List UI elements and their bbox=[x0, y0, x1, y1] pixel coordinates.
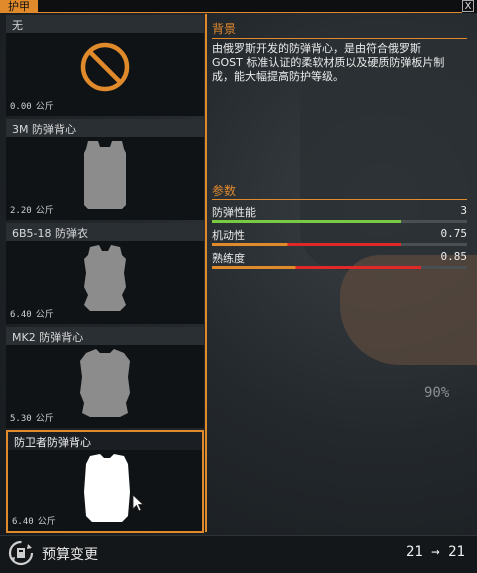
armor-item-3m-vest[interactable]: 3M 防弹背心 2.20 公斤 bbox=[6, 119, 204, 220]
armor-item-weight: 6.40 公斤 bbox=[12, 517, 56, 527]
bottom-divider bbox=[0, 535, 477, 536]
budget-icon bbox=[8, 540, 34, 566]
param-mobility: 机动性 0.75 bbox=[212, 227, 467, 247]
armor-item-header: 6B5-18 防弹衣 bbox=[6, 223, 204, 241]
armor-item-none[interactable]: 无 0.00 公斤 bbox=[6, 15, 204, 116]
param-label: 防弹性能 bbox=[212, 206, 256, 219]
param-value: 0.85 bbox=[440, 250, 468, 263]
close-button[interactable]: X bbox=[462, 0, 474, 12]
title-bar: 护甲 X bbox=[0, 0, 477, 13]
armor-item-weight: 0.00 公斤 bbox=[10, 102, 54, 112]
armor-item-name: 6B5-18 防弹衣 bbox=[12, 227, 89, 240]
params-section-title: 参数 bbox=[212, 184, 237, 198]
background-section-title: 背景 bbox=[212, 22, 237, 36]
param-bar-fill bbox=[212, 220, 401, 223]
armor-item-mk2[interactable]: MK2 防弹背心 5.30 公斤 bbox=[6, 327, 204, 428]
param-label: 熟练度 bbox=[212, 252, 245, 265]
cursor-icon bbox=[132, 494, 145, 512]
armor-item-weight: 5.30 公斤 bbox=[10, 414, 54, 424]
armor-item-header: 防卫者防弹背心 bbox=[8, 432, 202, 450]
armor-item-weight: 6.40 公斤 bbox=[10, 310, 54, 320]
bottom-bar: 预算变更 21 → 21 bbox=[0, 535, 477, 573]
panel-divider bbox=[205, 14, 207, 532]
armor-item-header: MK2 防弹背心 bbox=[6, 327, 204, 345]
param-bar-fill bbox=[212, 243, 401, 246]
none-prohibited-icon bbox=[80, 42, 130, 92]
vest-icon bbox=[84, 141, 126, 209]
background-hand bbox=[340, 255, 477, 365]
budget-value: 21 → 21 bbox=[405, 544, 465, 560]
armor-item-header: 3M 防弹背心 bbox=[6, 119, 204, 137]
armor-description: 由俄罗斯开发的防弹背心，是由符合俄罗斯 GOST 标准认证的柔软材质以及硬质防弹… bbox=[212, 42, 445, 83]
overlay-percent: 90% bbox=[424, 385, 450, 401]
param-label: 机动性 bbox=[212, 229, 245, 242]
param-bar bbox=[212, 220, 467, 223]
vest-icon bbox=[80, 349, 130, 417]
armor-item-weight: 2.20 公斤 bbox=[10, 206, 54, 216]
param-bar bbox=[212, 266, 467, 269]
armor-item-name: MK2 防弹背心 bbox=[12, 331, 84, 344]
param-value: 0.75 bbox=[440, 227, 468, 240]
armor-item-name: 防卫者防弹背心 bbox=[14, 436, 91, 449]
armor-item-defender[interactable]: 防卫者防弹背心 6.40 公斤 bbox=[6, 430, 204, 533]
param-bar-fill bbox=[212, 266, 422, 269]
section-divider bbox=[212, 38, 467, 39]
armor-item-6b5-18[interactable]: 6B5-18 防弹衣 6.40 公斤 bbox=[6, 223, 204, 324]
param-proficiency: 熟练度 0.85 bbox=[212, 250, 467, 270]
param-value: 3 bbox=[460, 204, 467, 217]
vest-icon bbox=[84, 245, 126, 311]
armor-item-header: 无 bbox=[6, 15, 204, 33]
param-bar bbox=[212, 243, 467, 246]
armor-item-name: 3M 防弹背心 bbox=[12, 123, 76, 136]
param-protection: 防弹性能 3 bbox=[212, 204, 467, 224]
armor-item-name: 无 bbox=[12, 19, 23, 32]
title-underline bbox=[0, 12, 462, 13]
budget-label: 预算变更 bbox=[42, 547, 98, 563]
section-divider bbox=[212, 199, 467, 200]
